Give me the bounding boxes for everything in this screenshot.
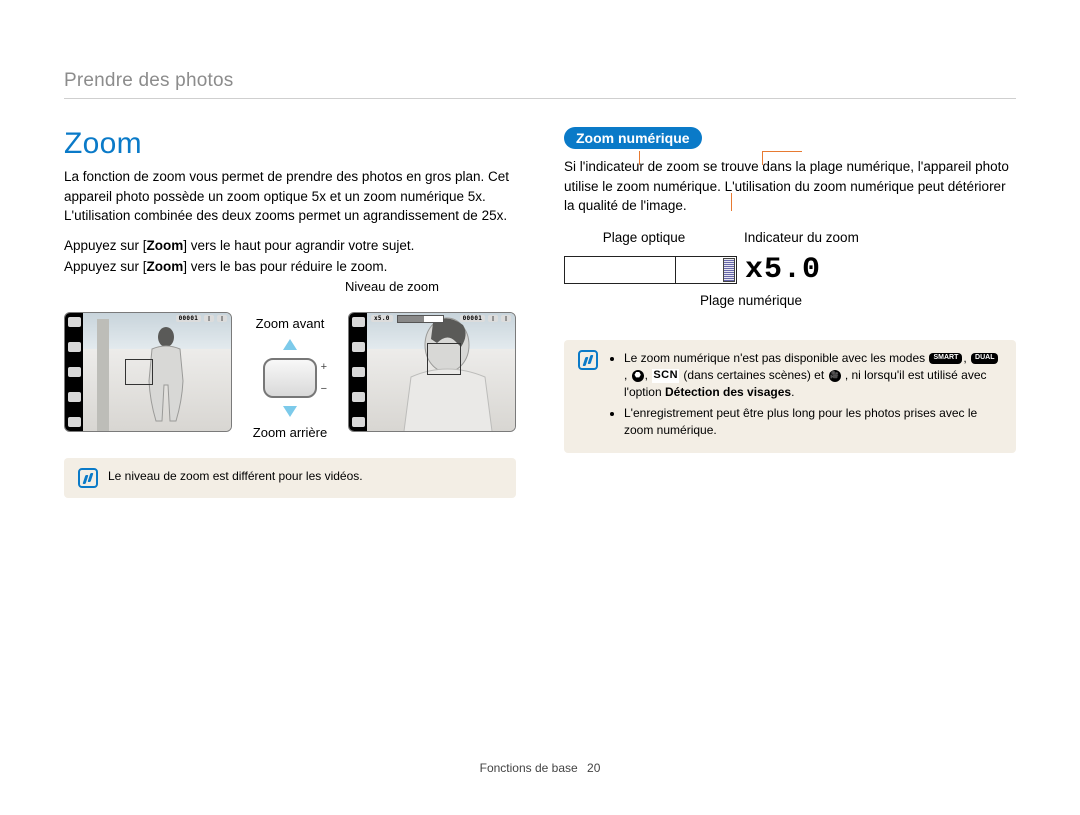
page-footer: Fonctions de base 20 [0, 761, 1080, 775]
page-number: 20 [587, 761, 600, 775]
lcd-preview-zoomed: x5.0 00001 ▯▯ [348, 312, 516, 432]
lcd-preview-wide: 00001 ▯▯ [64, 312, 232, 432]
optical-range-segment [565, 257, 676, 283]
note-video-zoom: Le niveau de zoom est différent pour les… [64, 458, 516, 498]
text: ] vers le haut pour agrandir votre sujet… [183, 238, 414, 253]
mode-icon: ⬣ [632, 370, 644, 382]
section-title: Zoom [64, 127, 516, 161]
note-item: L'enregistrement peut être plus long pou… [624, 405, 1002, 440]
text: ] vers le bas pour réduire le zoom. [183, 259, 387, 274]
zoom-control-illustration: Zoom avant Zoom arrière [242, 312, 338, 440]
instruction-zoom-out: Appuyez sur [Zoom] vers le bas pour rédu… [64, 257, 516, 277]
zoom-range-bar [564, 256, 737, 284]
zoom-range-diagram: Plage optique Indicateur du zoom x5.0 Pl… [564, 230, 1016, 308]
lcd-zoom-value: x5.0 [371, 315, 393, 322]
left-column: Zoom La fonction de zoom vous permet de … [64, 127, 516, 498]
digital-zoom-badge: Zoom numérique [564, 127, 702, 149]
digital-range-segment [676, 257, 736, 283]
label-plage-optique: Plage optique [584, 230, 704, 245]
text: Appuyez sur [ [64, 259, 147, 274]
lcd-counter: 00001 [176, 315, 202, 322]
lcd-counter: 00001 [460, 315, 486, 322]
zoom-button-name: Zoom [147, 238, 184, 253]
movie-mode-icon: 🎥 [829, 370, 841, 382]
note-item: Le zoom numérique n'est pas disponible a… [624, 350, 1002, 402]
arrow-down-icon [283, 406, 297, 417]
zoom-diagram: 00001 ▯▯ Zoom avant Zoom arrière [64, 312, 516, 440]
breadcrumb: Prendre des photos [64, 70, 1016, 99]
zoom-value-readout: x5.0 [745, 253, 821, 287]
right-column: Zoom numérique Si l'indicateur de zoom s… [564, 127, 1016, 498]
smart-mode-icon: SMART [929, 353, 962, 363]
digital-zoom-paragraph: Si l'indicateur de zoom se trouve dans l… [564, 157, 1016, 216]
label-plage-numerique: Plage numérique [700, 293, 802, 308]
note-icon [578, 350, 598, 370]
scn-mode-icon: SCN [652, 369, 679, 382]
zoom-button-name: Zoom [147, 259, 184, 274]
note-text: Le niveau de zoom est différent pour les… [108, 468, 363, 485]
zoom-level-label: Niveau de zoom [332, 279, 452, 294]
text: . [791, 385, 794, 399]
face-detection-option: Détection des visages [665, 385, 791, 399]
instruction-zoom-in: Appuyez sur [Zoom] vers le haut pour agr… [64, 236, 516, 256]
arrow-up-icon [283, 339, 297, 350]
intro-paragraph: La fonction de zoom vous permet de prend… [64, 167, 516, 226]
note-digital-zoom-restrictions: Le zoom numérique n'est pas disponible a… [564, 340, 1016, 453]
dual-mode-icon: DUAL [971, 353, 998, 363]
zoom-rocker-icon [263, 358, 317, 398]
text: Le zoom numérique n'est pas disponible a… [624, 351, 928, 365]
text: Appuyez sur [ [64, 238, 147, 253]
footer-section: Fonctions de base [480, 761, 578, 775]
note-icon [78, 468, 98, 488]
label-indicateur-zoom: Indicateur du zoom [744, 230, 859, 245]
text: (dans certaines scènes) et [683, 368, 827, 382]
zoom-out-label: Zoom arrière [253, 425, 327, 440]
zoom-indicator-icon [724, 259, 734, 281]
zoom-in-label: Zoom avant [256, 316, 325, 331]
